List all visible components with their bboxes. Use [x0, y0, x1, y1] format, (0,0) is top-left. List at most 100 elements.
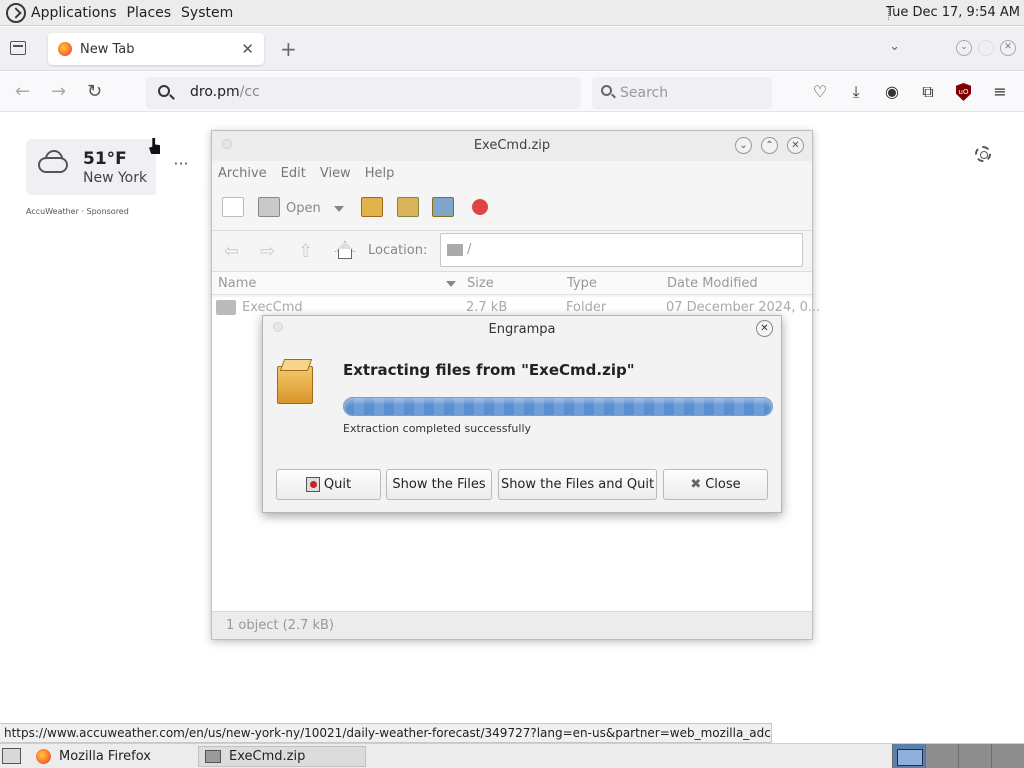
- extract-icon[interactable]: [361, 197, 383, 217]
- up-icon[interactable]: ⇧: [298, 241, 313, 262]
- workspace-1[interactable]: [892, 744, 925, 768]
- archive-window-title: ExeCmd.zip: [473, 138, 551, 153]
- new-archive-icon[interactable]: [222, 197, 244, 217]
- pocket-icon[interactable]: ♡: [810, 82, 830, 101]
- column-date-modified[interactable]: Date Modified: [667, 276, 758, 291]
- close-browser-icon[interactable]: ✕: [1000, 40, 1016, 56]
- quit-label: Quit: [323, 477, 352, 492]
- folder-icon: [216, 300, 236, 315]
- add-folder-icon[interactable]: [432, 197, 454, 217]
- stop-icon[interactable]: [472, 199, 488, 215]
- row-size: 2.7 kB: [466, 300, 508, 315]
- weather-more-button[interactable]: ···: [156, 139, 206, 195]
- firefox-icon: [58, 42, 72, 56]
- add-files-icon[interactable]: [397, 197, 419, 217]
- show-desktop-icon[interactable]: [2, 748, 21, 764]
- extensions-icon[interactable]: ⧉: [918, 82, 938, 102]
- bottom-panel: Mozilla Firefox ExeCmd.zip: [0, 743, 1024, 768]
- list-all-tabs-icon[interactable]: ⌄: [889, 39, 900, 54]
- search-input[interactable]: [620, 83, 760, 103]
- archive-icon: [205, 750, 221, 763]
- task-label: ExeCmd.zip: [229, 749, 306, 764]
- task-label: Mozilla Firefox: [59, 749, 151, 764]
- minimize-browser-icon[interactable]: ⌄: [956, 40, 972, 56]
- row-date: 07 December 2024, 0...: [666, 300, 821, 315]
- workspace-3[interactable]: [958, 744, 991, 768]
- applications-menu[interactable]: Applications: [31, 5, 117, 21]
- reload-icon[interactable]: ↻: [87, 81, 102, 102]
- weather-city: New York: [83, 170, 148, 186]
- show-files-and-quit-button[interactable]: Show the Files and Quit: [498, 469, 657, 500]
- dialog-message: Extraction completed successfully: [343, 422, 532, 435]
- top-menu: Applications Places System: [31, 5, 233, 21]
- sort-down-icon[interactable]: [446, 281, 456, 287]
- system-menu[interactable]: System: [181, 5, 233, 21]
- new-tab-icon[interactable]: +: [280, 37, 297, 61]
- account-icon[interactable]: ◉: [882, 82, 902, 101]
- location-field[interactable]: /: [440, 233, 803, 267]
- column-name[interactable]: Name: [218, 276, 256, 291]
- folder-icon: [447, 244, 463, 256]
- weather-sponsor[interactable]: AccuWeather · Sponsored: [26, 207, 129, 216]
- places-menu[interactable]: Places: [127, 5, 172, 21]
- open-label[interactable]: Open: [286, 201, 321, 216]
- url-bar[interactable]: dro.pm/cc: [146, 77, 581, 109]
- tab-new-tab[interactable]: New Tab ✕: [48, 33, 264, 65]
- back-icon[interactable]: ←: [15, 81, 30, 102]
- dialog-title: Engrampa: [488, 322, 556, 337]
- downloads-icon[interactable]: ⤓: [846, 82, 866, 102]
- forward-icon[interactable]: ⇨: [260, 241, 275, 262]
- close-tab-icon[interactable]: ✕: [241, 40, 254, 58]
- row-name: ExecCmd: [242, 300, 303, 315]
- open-dropdown-icon[interactable]: [334, 206, 344, 212]
- column-size[interactable]: Size: [467, 276, 494, 291]
- weather-widget[interactable]: 51°F New York ···: [26, 139, 206, 195]
- archive-menubar: Archive Edit View Help: [212, 161, 812, 185]
- close-icon[interactable]: ✕: [787, 137, 804, 154]
- location-bar: ⇦ ⇨ ⇧ Location: /: [212, 231, 812, 271]
- maximize-browser-icon[interactable]: [978, 40, 994, 56]
- home-icon[interactable]: [334, 241, 354, 259]
- archive-titlebar[interactable]: ExeCmd.zip ⌄ ⌃ ✕: [212, 131, 812, 161]
- menu-help[interactable]: Help: [365, 166, 395, 181]
- mate-logo-icon[interactable]: [6, 2, 26, 23]
- clock[interactable]: Tue Dec 17, 9:54 AM: [886, 5, 1020, 20]
- tab-title: New Tab: [80, 41, 135, 57]
- progress-fill: [344, 398, 772, 415]
- close-x-icon: ✖: [690, 477, 702, 492]
- column-type[interactable]: Type: [567, 276, 597, 291]
- search-icon: [601, 85, 612, 96]
- gear-icon[interactable]: [975, 146, 991, 162]
- menu-edit[interactable]: Edit: [281, 166, 306, 181]
- close-icon[interactable]: ✕: [756, 320, 773, 337]
- quit-button[interactable]: Quit: [276, 469, 381, 500]
- workspace-4[interactable]: [991, 744, 1024, 768]
- task-execmd[interactable]: ExeCmd.zip: [198, 746, 366, 767]
- maximize-icon[interactable]: ⌃: [761, 137, 778, 154]
- archive-toolbar: Open: [212, 185, 812, 231]
- firefox-icon: [36, 749, 51, 764]
- progress-bar: [343, 397, 773, 416]
- back-icon[interactable]: ⇦: [224, 241, 239, 262]
- url-host: dro.pm: [190, 84, 240, 100]
- cloud-icon: [38, 157, 68, 173]
- show-files-label: Show the Files: [392, 477, 486, 492]
- search-box[interactable]: [592, 77, 772, 109]
- link-status: https://www.accuweather.com/en/us/new-yo…: [0, 723, 772, 743]
- task-firefox[interactable]: Mozilla Firefox: [30, 746, 190, 767]
- workspace-2[interactable]: [925, 744, 958, 768]
- menu-archive[interactable]: Archive: [218, 166, 267, 181]
- forward-icon[interactable]: →: [51, 81, 66, 102]
- minimize-icon[interactable]: ⌄: [735, 137, 752, 154]
- url-text[interactable]: dro.pm/cc: [190, 84, 260, 100]
- menu-view[interactable]: View: [320, 166, 351, 181]
- browser-tab-bar: New Tab ✕ + ⌄ ⌄ ✕: [0, 27, 1024, 71]
- url-path: /cc: [239, 84, 260, 100]
- close-button[interactable]: ✖ Close: [663, 469, 768, 500]
- open-archive-icon[interactable]: [258, 197, 280, 217]
- menu-icon[interactable]: ≡: [990, 82, 1010, 101]
- tab-list-icon[interactable]: [10, 41, 26, 55]
- show-files-button[interactable]: Show the Files: [386, 469, 492, 500]
- file-list-header: Name Size Type Date Modified: [212, 271, 812, 295]
- quit-icon: [305, 477, 320, 492]
